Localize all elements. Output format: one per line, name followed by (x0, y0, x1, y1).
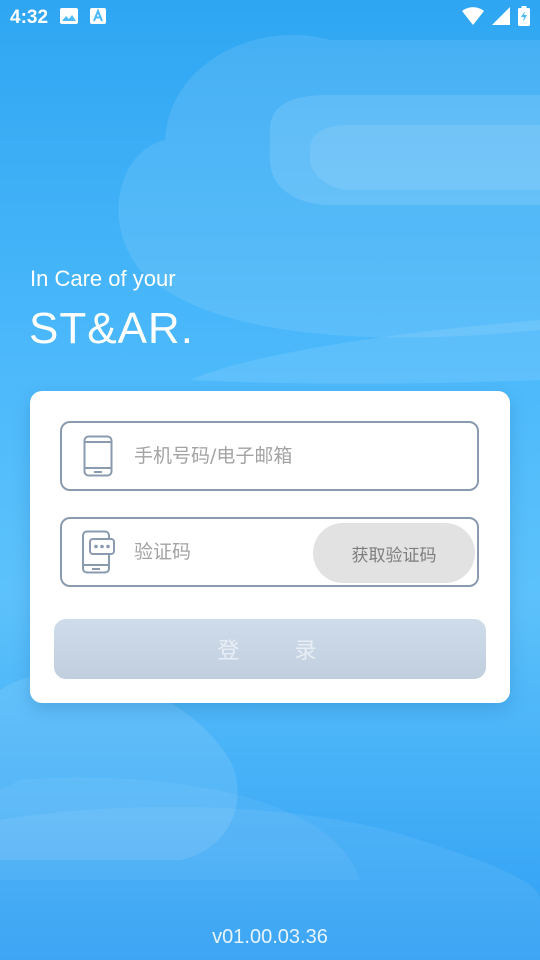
tagline: In Care of your (30, 266, 176, 291)
verification-code-field[interactable]: 获取验证码 (60, 517, 479, 587)
wifi-icon (462, 7, 484, 29)
phone-email-field[interactable] (60, 421, 479, 491)
signal-icon (492, 7, 510, 29)
brand-title: ST&AR. (29, 304, 194, 353)
login-button[interactable]: 登 录 (54, 619, 486, 679)
battery-charging-icon (518, 6, 530, 30)
a-icon (90, 8, 107, 28)
phone-email-input[interactable] (132, 444, 396, 468)
status-bar: 4:32 (0, 0, 540, 36)
verification-code-input[interactable] (132, 540, 306, 564)
image-icon (60, 8, 79, 28)
login-card: 获取验证码 登 录 (30, 391, 510, 703)
get-code-button[interactable]: 获取验证码 (313, 523, 475, 583)
status-time: 4:32 (10, 7, 49, 28)
mobile-phone-icon (80, 434, 116, 478)
app-version: v01.00.03.36 (212, 926, 328, 948)
sms-code-icon (80, 530, 116, 574)
